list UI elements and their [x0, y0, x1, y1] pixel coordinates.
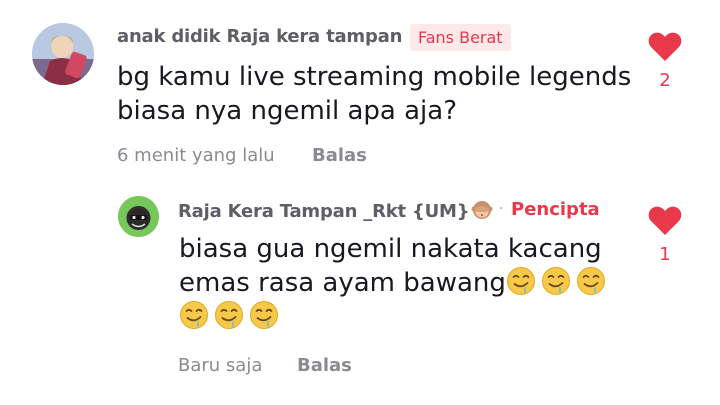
heart-icon[interactable]: [647, 204, 683, 236]
comment-text-line: bg kamu live streaming mobile legends: [117, 62, 632, 92]
creator-label: Pencipta: [511, 199, 600, 220]
comment-timestamp: 6 menit yang lalu: [117, 145, 275, 166]
creator-avatar[interactable]: [118, 196, 159, 237]
like-count: 2: [659, 70, 671, 91]
fans-badge: Fans Berat: [410, 24, 511, 51]
like-count: 1: [659, 244, 671, 265]
comment-text: bg kamu live streaming mobile legends bi…: [117, 60, 631, 128]
separator-dot: ·: [499, 201, 504, 217]
heart-icon[interactable]: [647, 30, 683, 62]
reply-text-line: biasa gua ngemil nakata kacang: [179, 234, 602, 264]
see-no-evil-monkey-icon: [471, 201, 493, 219]
commenter-avatar[interactable]: [32, 23, 94, 85]
drooling-face-icon: [249, 300, 279, 330]
reply-button[interactable]: Balas: [297, 355, 352, 376]
commenter-username[interactable]: anak didik Raja kera tampan: [117, 26, 402, 47]
drooling-face-icon: [214, 300, 244, 330]
reply-text-line: emas rasa ayam bawang: [179, 268, 506, 298]
comment-text-line: biasa nya ngemil apa aja?: [117, 96, 458, 126]
reply-timestamp: Baru saja: [178, 355, 263, 376]
creator-username[interactable]: Raja Kera Tampan _Rkt {UM}: [178, 199, 493, 222]
drooling-face-icon: [576, 266, 606, 296]
reply-emoji-line: [179, 300, 611, 334]
reply-text-line-with-emoji: emas rasa ayam bawang: [179, 266, 611, 300]
drooling-face-icon: [506, 266, 536, 296]
reply-button[interactable]: Balas: [312, 145, 367, 166]
drooling-face-icon: [541, 266, 571, 296]
creator-username-text: Raja Kera Tampan _Rkt {UM}: [178, 201, 470, 222]
drooling-face-icon: [179, 300, 209, 330]
reply-text: biasa gua ngemil nakata kacang emas rasa…: [179, 232, 611, 334]
